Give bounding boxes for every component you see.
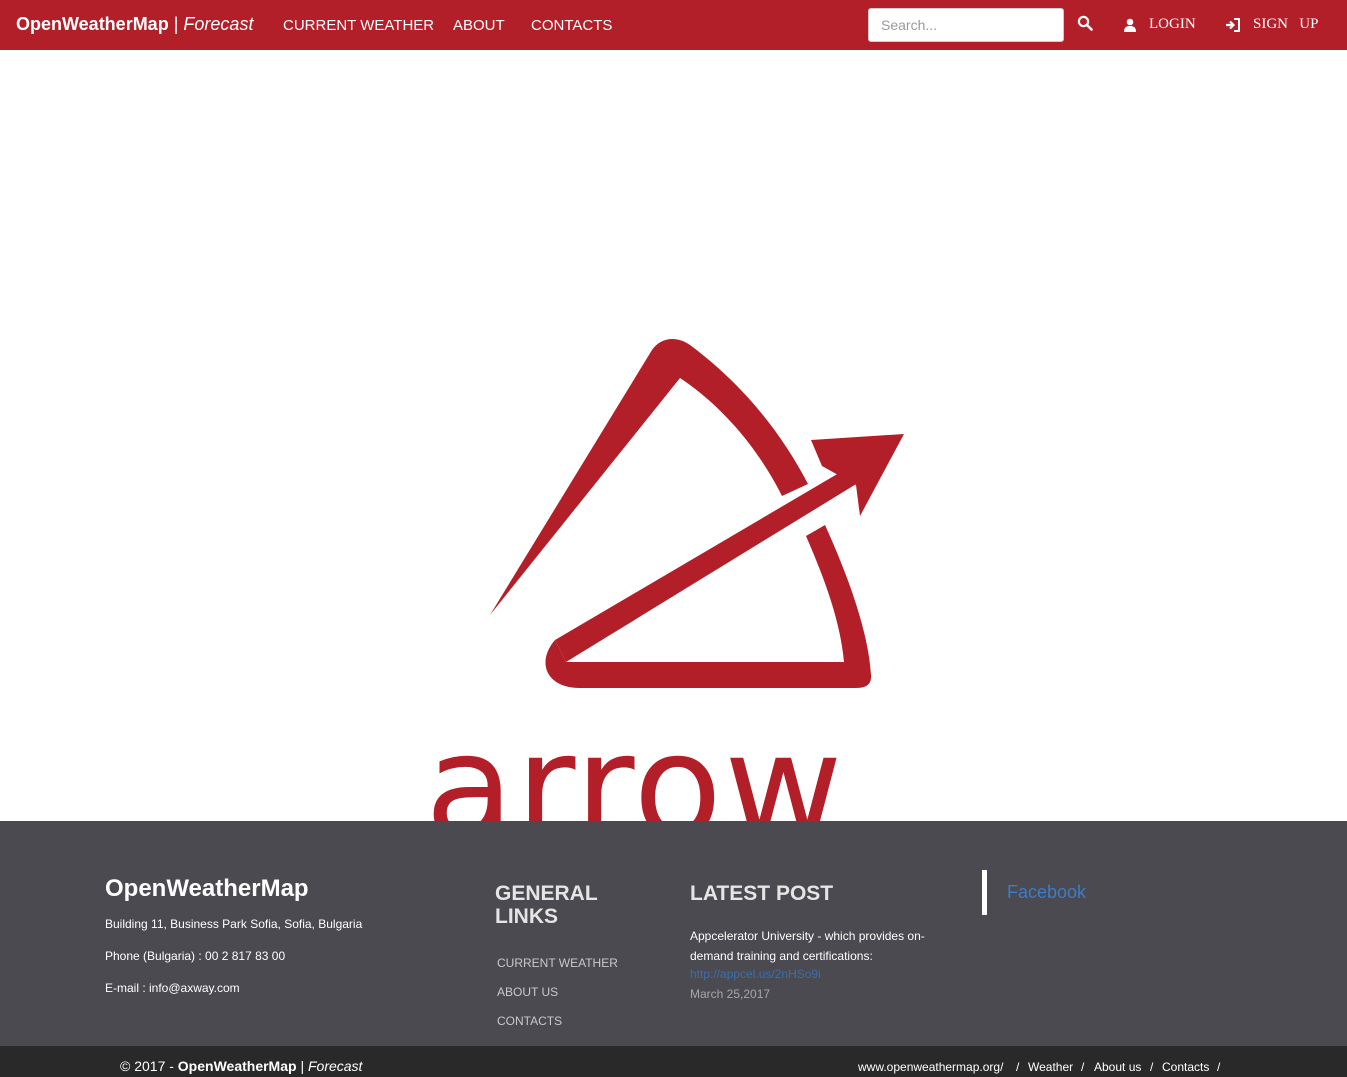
facebook-link[interactable]: Facebook [1007, 882, 1086, 903]
nav-current-weather[interactable]: CURRENT WEATHER [283, 17, 434, 34]
bottom-link-separator: / [1150, 1060, 1154, 1074]
signup-button[interactable]: SIGN UP [1225, 16, 1318, 33]
login-label: LOGIN [1149, 16, 1196, 32]
copyright: © 2017 - OpenWeatherMap | Forecast [120, 1058, 362, 1074]
brand-name: OpenWeatherMap [16, 14, 169, 34]
brand-link[interactable]: OpenWeatherMap | Forecast [16, 14, 253, 35]
user-icon [1124, 18, 1136, 32]
bottom-link-contacts[interactable]: Contacts [1162, 1060, 1209, 1074]
copyright-prefix: © 2017 - [120, 1058, 174, 1074]
bottom-bar: © 2017 - OpenWeatherMap | Forecast www.o… [0, 1046, 1347, 1077]
footer-email: E-mail : info@axway.com [105, 981, 240, 995]
top-navbar: OpenWeatherMap | Forecast CURRENT WEATHE… [0, 0, 1347, 50]
bottom-link-separator: / [1016, 1060, 1020, 1074]
nav-about[interactable]: ABOUT [453, 17, 505, 34]
nav-contacts[interactable]: CONTACTS [531, 17, 612, 34]
footer-link-about-us[interactable]: ABOUT US [497, 985, 558, 999]
search-input[interactable] [868, 8, 1064, 42]
bottom-link-weather[interactable]: Weather [1028, 1060, 1073, 1074]
copyright-subtitle: Forecast [307, 1058, 363, 1074]
general-links-heading-line2: LINKS [495, 905, 558, 928]
footer-link-contacts[interactable]: CONTACTS [497, 1014, 562, 1028]
footer-link-current-weather[interactable]: CURRENT WEATHER [497, 956, 618, 970]
facebook-divider [982, 870, 987, 915]
bottom-link-separator: / [1081, 1060, 1085, 1074]
copyright-brand: OpenWeatherMap [177, 1058, 297, 1074]
sign-in-icon [1226, 17, 1240, 32]
arrow-logo: arrow [425, 338, 904, 850]
copyright-separator: | [300, 1058, 305, 1074]
general-links-heading-line1: GENERAL [495, 882, 598, 905]
latest-post-text: Appcelerator University - which provides… [690, 929, 925, 963]
latest-post-url[interactable]: http://appcel.us/2nHSo9i [690, 967, 821, 981]
hero-section: arrow [0, 50, 1347, 850]
footer-title: OpenWeatherMap [105, 875, 309, 902]
brand-subtitle: Forecast [183, 14, 254, 34]
brand-separator: | [173, 14, 179, 34]
latest-post-heading: LATEST POST [690, 882, 834, 905]
footer: OpenWeatherMap Building 11, Business Par… [0, 821, 1347, 1046]
general-links-heading: GENERAL LINKS [495, 882, 598, 928]
footer-address: Building 11, Business Park Sofia, Sofia,… [105, 917, 363, 931]
bottom-link-site[interactable]: www.openweathermap.org/ [858, 1060, 1003, 1074]
bottom-link-separator: / [1217, 1060, 1221, 1074]
login-button[interactable]: LOGIN [1123, 16, 1196, 33]
footer-phone: Phone (Bulgaria) : 00 2 817 83 00 [105, 949, 286, 963]
signup-label: SIGN UP [1253, 16, 1319, 32]
search-icon[interactable] [1077, 15, 1095, 33]
latest-post-date: March 25,2017 [690, 987, 771, 1001]
bottom-link-about-us[interactable]: About us [1094, 1060, 1141, 1074]
